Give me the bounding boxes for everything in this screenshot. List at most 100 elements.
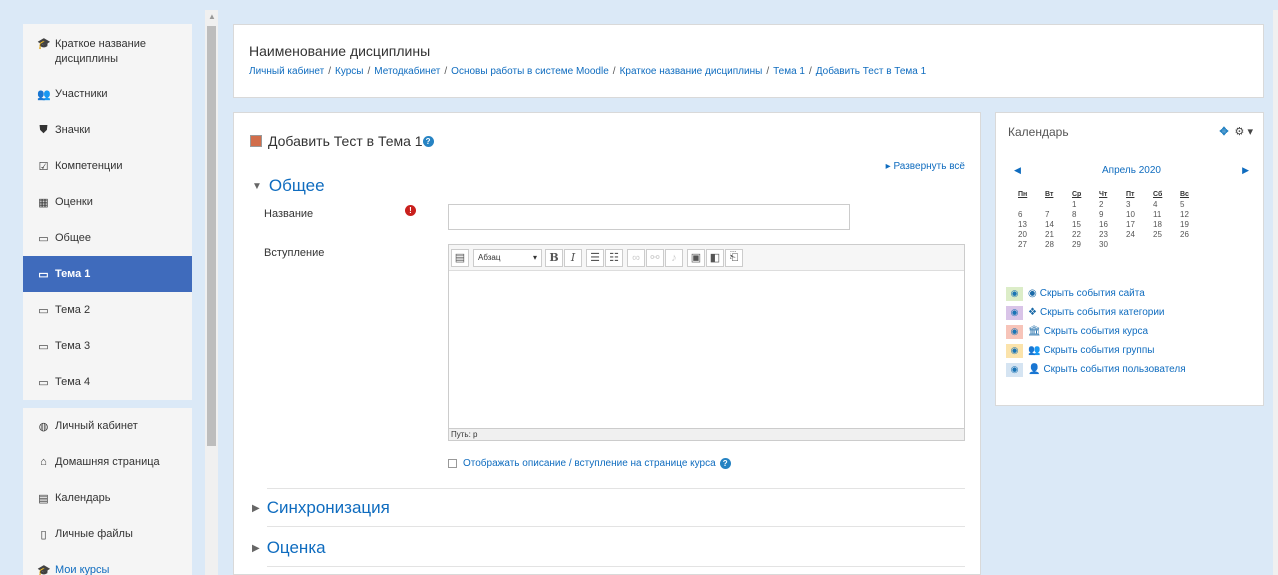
sidebar-item-competencies[interactable]: ☑ Компетенции [23,148,192,184]
prev-month-icon[interactable]: ◀ [1014,165,1021,176]
sidebar-item-calendar[interactable]: ▤ Календарь [23,480,192,516]
calendar-day[interactable]: 19 [1180,220,1207,230]
breadcrumb-item[interactable]: Методкабинет [374,66,440,77]
sidebar-item-label: Мои курсы [55,564,110,575]
next-month-icon[interactable]: ▶ [1242,165,1249,176]
page-scrollbar[interactable] [1273,10,1278,575]
section-sync-header[interactable]: ▶ Синхронизация [252,498,390,518]
event-filter-item[interactable]: ◉ 👤 Скрыть события пользователя [1006,360,1186,379]
sidebar-item-dashboard[interactable]: ◍ Личный кабинет [23,408,192,444]
calendar-day[interactable]: 6 [1018,210,1045,220]
calendar-day[interactable]: 25 [1153,230,1180,240]
calendar-day[interactable]: 4 [1153,200,1180,210]
sidebar-item-topic-4[interactable]: ▭ Тема 4 [23,364,192,400]
file-manager-icon[interactable]: ⎗ [725,248,743,267]
sidebar-item-grades[interactable]: ▦ Оценки [23,184,192,220]
breadcrumb-item[interactable]: Курсы [335,66,363,77]
eye-icon[interactable]: ◉ [1006,343,1023,358]
calendar-day[interactable]: 21 [1045,230,1072,240]
sidebar-item-badges[interactable]: ⛊ Значки [23,112,192,148]
calendar-day[interactable]: 20 [1018,230,1045,240]
calendar-day[interactable]: 16 [1099,220,1126,230]
sidebar-item-my-courses[interactable]: 🎓 Мои курсы [23,552,192,575]
event-filter-item[interactable]: ◉ 👥 Скрыть события группы [1006,341,1186,360]
sidebar-item-participants[interactable]: 👥 Участники [23,76,192,112]
calendar-day[interactable]: 9 [1099,210,1126,220]
calendar-day[interactable]: 29 [1072,240,1099,250]
ordered-list-icon[interactable]: ☷ [605,248,623,267]
help-icon[interactable]: ? [719,458,731,469]
unlink-icon[interactable]: ⚯ [646,248,664,267]
calendar-day[interactable]: 18 [1153,220,1180,230]
sidebar-item-home[interactable]: ⌂ Домашняя страница [23,444,192,480]
link-icon[interactable]: ∞ [627,248,645,267]
calendar-day[interactable]: 8 [1072,210,1099,220]
bold-icon[interactable]: B [545,248,563,267]
weekday-header: Ср [1072,191,1082,198]
eye-icon[interactable]: ◉ [1006,305,1023,320]
sidebar-item-topic-2[interactable]: ▭ Тема 2 [23,292,192,328]
event-filter-item[interactable]: ◉ 🏛 Скрыть события курса [1006,322,1186,341]
sidebar-scrollbar[interactable]: ▲ [205,10,218,575]
calendar-day[interactable]: 24 [1126,230,1153,240]
calendar-day[interactable]: 5 [1180,200,1207,210]
calendar-day[interactable]: 1 [1072,200,1099,210]
calendar-day[interactable]: 13 [1018,220,1045,230]
breadcrumb-item[interactable]: Личный кабинет [249,66,324,77]
calendar-day[interactable]: 15 [1072,220,1099,230]
event-filter-label[interactable]: Скрыть события сайта [1040,288,1145,299]
event-filter-label[interactable]: Скрыть события пользователя [1043,364,1185,375]
scroll-thumb[interactable] [207,26,216,446]
event-filter-label[interactable]: Скрыть события категории [1040,307,1165,318]
gear-icon[interactable]: ⚙ ▾ [1235,126,1253,138]
month-label[interactable]: Апрель 2020 [1102,165,1161,176]
calendar-day[interactable]: 28 [1045,240,1072,250]
calendar-day[interactable]: 12 [1180,210,1207,220]
sidebar-item-general[interactable]: ▭ Общее [23,220,192,256]
toolbar-toggle-icon[interactable]: ▤ [451,248,469,267]
calendar-day[interactable]: 2 [1099,200,1126,210]
move-icon[interactable]: ✥ [1219,126,1228,138]
breadcrumb-item[interactable]: Добавить Тест в Тема 1 [816,66,926,77]
calendar-day[interactable]: 17 [1126,220,1153,230]
calendar-day[interactable]: 3 [1126,200,1153,210]
event-filter-label[interactable]: Скрыть события курса [1044,326,1148,337]
breadcrumb-item[interactable]: Основы работы в системе Moodle [451,66,609,77]
eye-icon[interactable]: ◉ [1006,324,1023,339]
scroll-up-icon[interactable]: ▲ [208,12,216,21]
section-general-header[interactable]: ▼ Общее [252,176,325,196]
calendar-day[interactable]: 22 [1072,230,1099,240]
calendar-day[interactable]: 26 [1180,230,1207,240]
event-filter-label[interactable]: Скрыть события группы [1043,345,1154,356]
expand-all-link[interactable]: ▸ Развернуть всё [886,161,965,172]
calendar-day[interactable]: 14 [1045,220,1072,230]
event-filter-item[interactable]: ◉ ◉ Скрыть события сайта [1006,284,1186,303]
image-icon[interactable]: ▣ [687,248,705,267]
sidebar-item-private-files[interactable]: ▯ Личные файлы [23,516,192,552]
calendar-day[interactable]: 30 [1099,240,1126,250]
calendar-day[interactable]: 11 [1153,210,1180,220]
calendar-day[interactable]: 7 [1045,210,1072,220]
paragraph-style-select[interactable]: Абзац ▾ [473,248,542,267]
video-icon[interactable]: ◧ [706,248,724,267]
eye-icon[interactable]: ◉ [1006,286,1023,301]
sidebar-item-topic-1[interactable]: ▭ Тема 1 [23,256,192,292]
eye-icon[interactable]: ◉ [1006,362,1023,377]
intro-editor[interactable]: ▤ Абзац ▾ B I ☰ ☷ ∞ ⚯ ♪ ▣ ◧ ⎗ [448,244,965,440]
help-icon[interactable]: ? [422,135,434,147]
event-filter-item[interactable]: ◉ ❖ Скрыть события категории [1006,303,1186,322]
unordered-list-icon[interactable]: ☰ [586,248,604,267]
calendar-day[interactable]: 10 [1126,210,1153,220]
media-icon[interactable]: ♪ [665,248,683,267]
sidebar-item-topic-3[interactable]: ▭ Тема 3 [23,328,192,364]
breadcrumb-item[interactable]: Тема 1 [773,66,805,77]
calendar-day[interactable]: 27 [1018,240,1045,250]
sidebar-item-course[interactable]: 🎓 Краткое название дисциплины [23,24,192,76]
show-description-option[interactable]: Отображать описание / вступление на стра… [448,458,731,469]
breadcrumb-item[interactable]: Краткое название дисциплины [620,66,763,77]
name-input[interactable] [448,204,850,230]
show-description-checkbox[interactable] [448,459,457,468]
italic-icon[interactable]: I [564,248,582,267]
calendar-day[interactable]: 23 [1099,230,1126,240]
section-grade-header[interactable]: ▶ Оценка [252,538,326,558]
